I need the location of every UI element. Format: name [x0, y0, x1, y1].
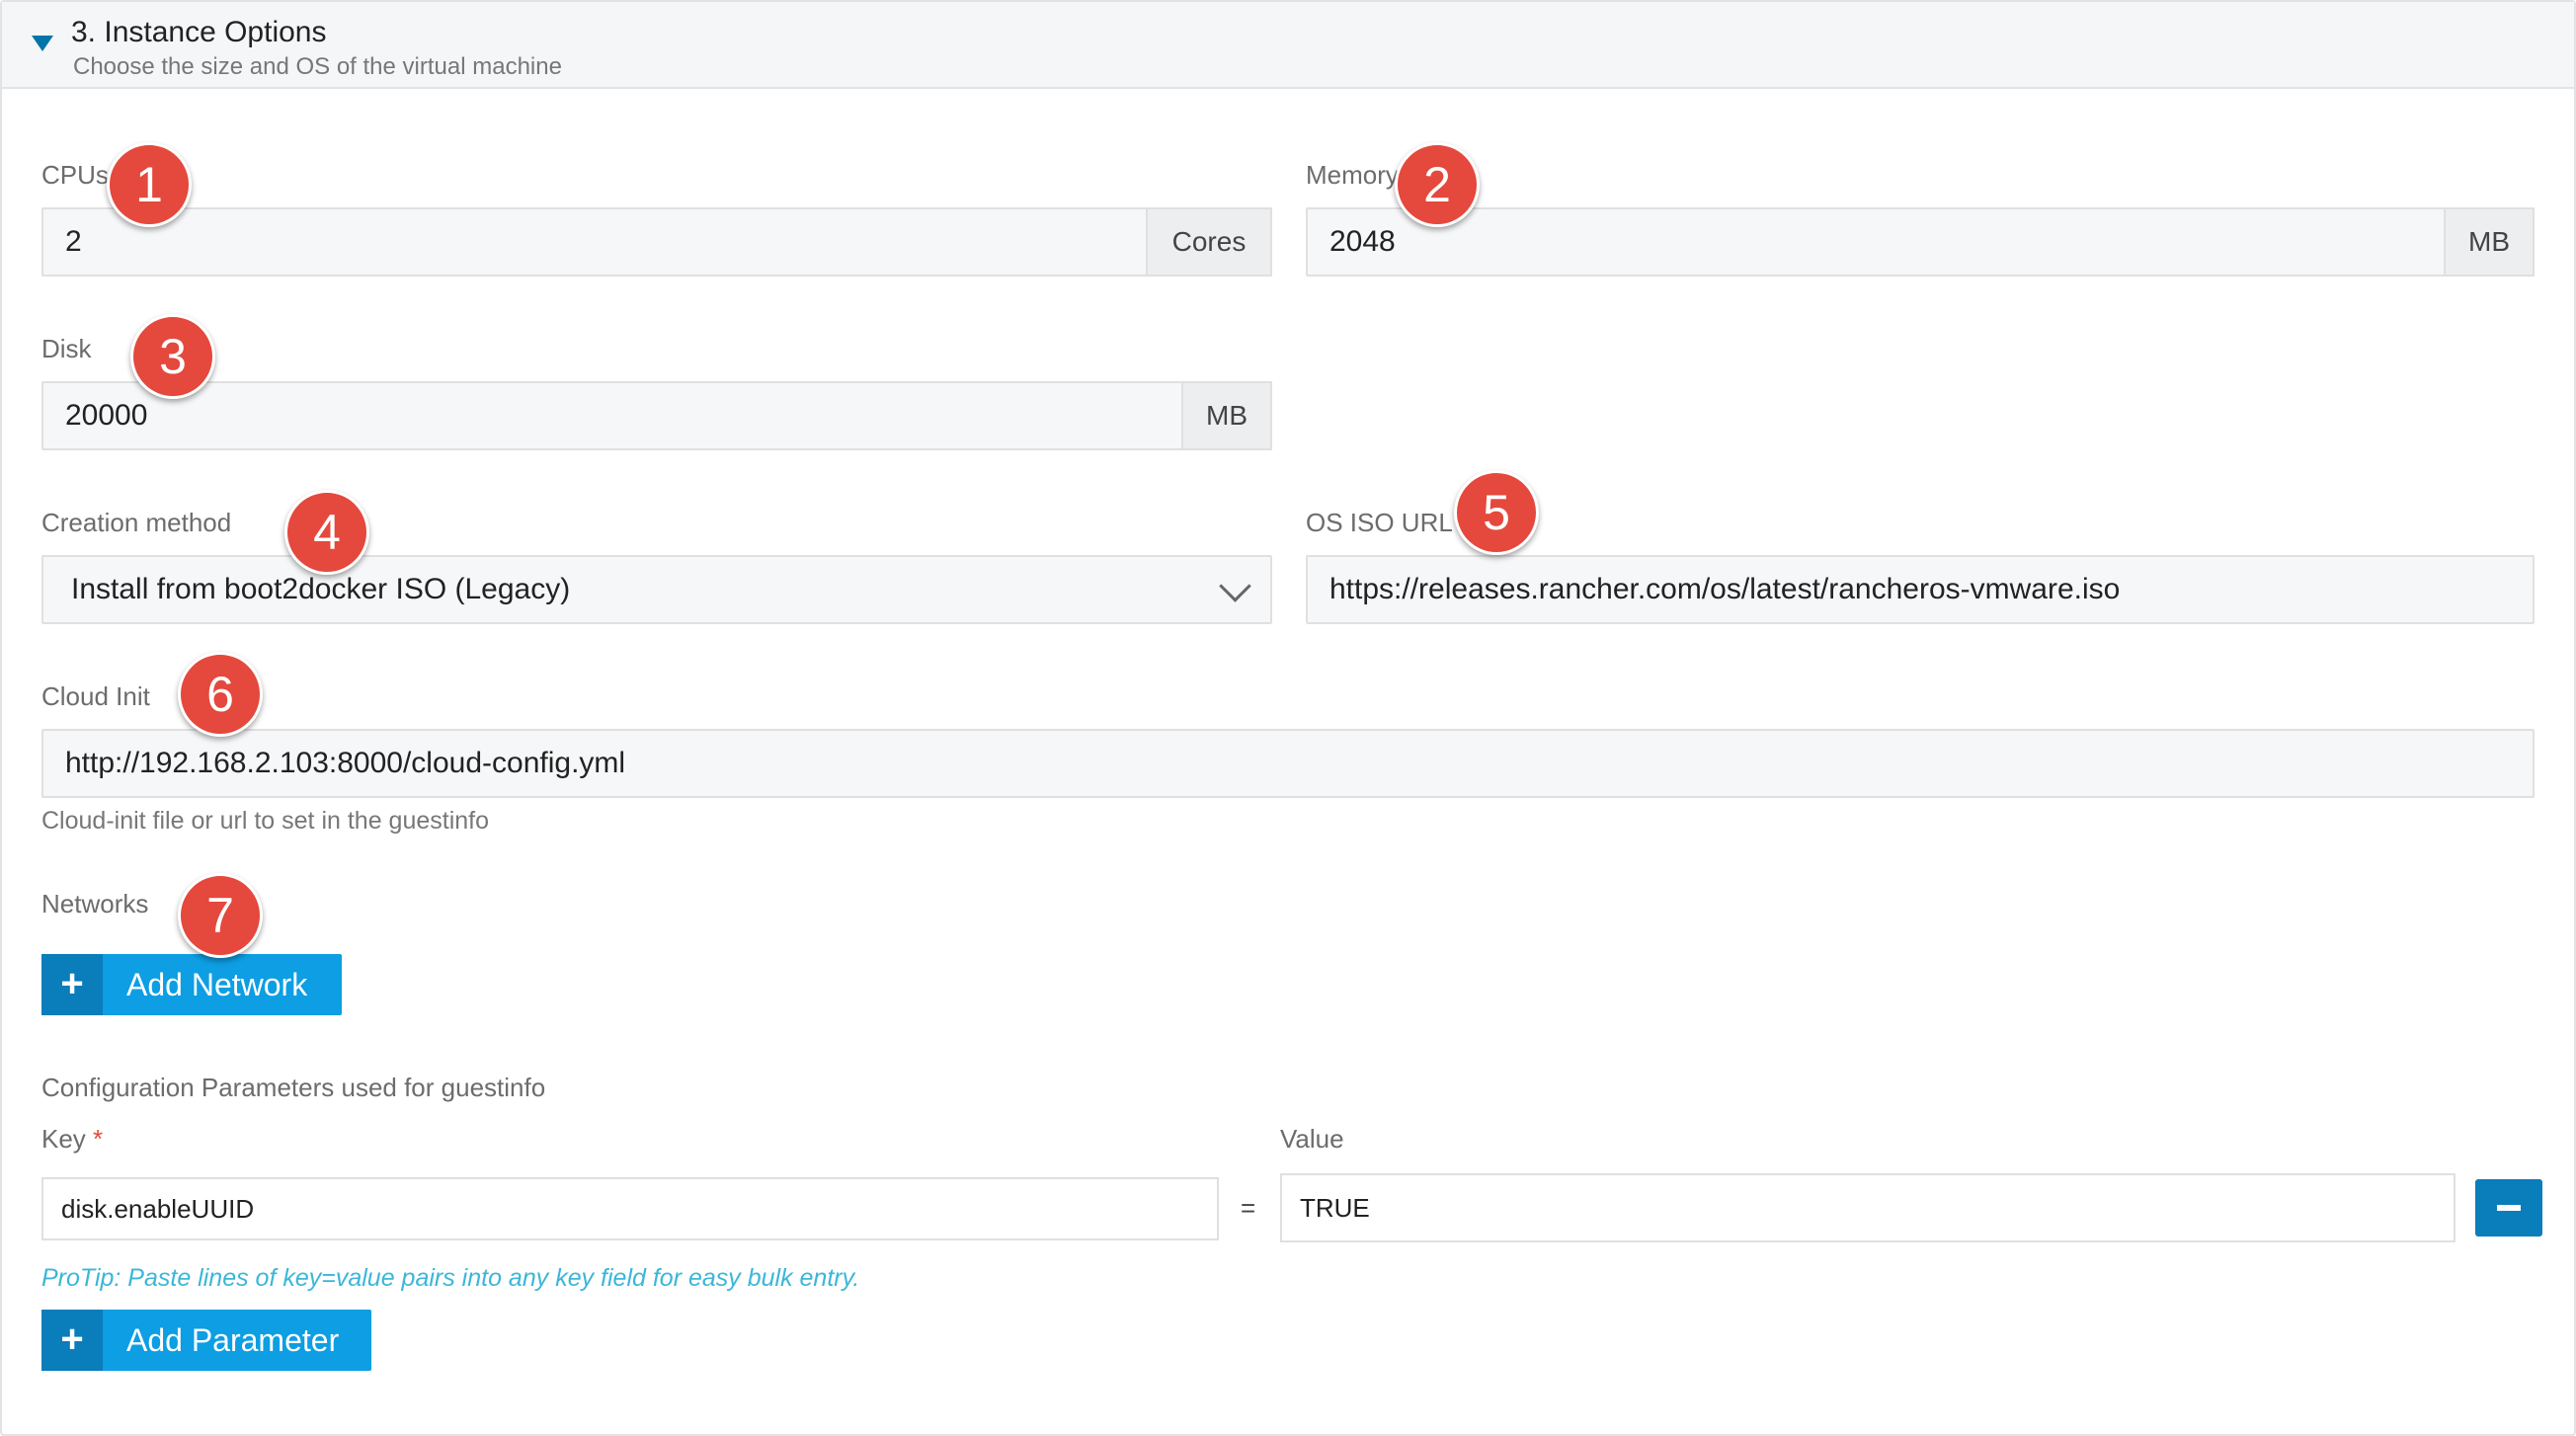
memory-value: 2048	[1329, 225, 1396, 258]
remove-parameter-button[interactable]	[2475, 1179, 2542, 1237]
key-column-label: Key *	[41, 1124, 103, 1155]
memory-unit: MB	[2444, 207, 2535, 277]
cpus-label: CPUs	[41, 160, 109, 190]
protip-text: ProTip: Paste lines of key=value pairs i…	[41, 1264, 860, 1292]
os-iso-url-value: https://releases.rancher.com/os/latest/r…	[1329, 573, 2121, 605]
cloud-init-input[interactable]: http://192.168.2.103:8000/cloud-config.y…	[41, 729, 2535, 798]
disk-input[interactable]: 20000 MB	[41, 381, 1272, 450]
cloud-init-help-text: Cloud-init file or url to set in the gue…	[41, 807, 490, 835]
plus-icon: +	[41, 1310, 103, 1371]
key-label-text: Key	[41, 1124, 86, 1154]
callout-badge-1: 1	[107, 142, 192, 227]
callout-badge-2: 2	[1395, 142, 1480, 227]
callout-badge-5: 5	[1454, 470, 1539, 555]
add-network-button[interactable]: + Add Network	[41, 954, 342, 1015]
config-value-input[interactable]: TRUE	[1280, 1173, 2455, 1242]
required-mark: *	[93, 1124, 104, 1154]
memory-input[interactable]: 2048 MB	[1306, 207, 2535, 277]
cloud-init-label: Cloud Init	[41, 681, 150, 711]
config-params-label: Configuration Parameters used for guesti…	[41, 1073, 546, 1102]
section-title: 3. Instance Options	[71, 16, 327, 48]
creation-method-label: Creation method	[41, 508, 232, 537]
caret-down-icon[interactable]	[32, 36, 53, 51]
cpus-unit: Cores	[1146, 207, 1272, 277]
cpus-value: 2	[65, 225, 82, 258]
cpus-input[interactable]: 2 Cores	[41, 207, 1272, 277]
disk-label: Disk	[41, 334, 92, 363]
memory-label: Memory	[1306, 160, 1399, 190]
config-key-input[interactable]: disk.enableUUID	[41, 1177, 1219, 1240]
os-iso-url-label: OS ISO URL	[1306, 508, 1453, 537]
key-value-equals: =	[1241, 1193, 1256, 1223]
section-subtitle: Choose the size and OS of the virtual ma…	[73, 53, 562, 80]
add-parameter-label: Add Parameter	[126, 1322, 340, 1358]
minus-icon	[2497, 1205, 2521, 1211]
section-header[interactable]: 3. Instance Options Choose the size and …	[2, 2, 2574, 89]
value-column-label: Value	[1280, 1124, 1344, 1154]
callout-badge-3: 3	[130, 314, 215, 399]
disk-value: 20000	[65, 399, 148, 432]
networks-label: Networks	[41, 889, 149, 918]
plus-icon: +	[41, 954, 103, 1015]
callout-badge-4: 4	[284, 490, 369, 575]
cloud-init-value: http://192.168.2.103:8000/cloud-config.y…	[65, 747, 626, 779]
os-iso-url-input[interactable]: https://releases.rancher.com/os/latest/r…	[1306, 555, 2535, 624]
add-parameter-button[interactable]: + Add Parameter	[41, 1310, 371, 1371]
add-network-label: Add Network	[126, 967, 308, 1002]
disk-unit: MB	[1181, 381, 1272, 450]
creation-method-select[interactable]: Install from boot2docker ISO (Legacy)	[41, 555, 1272, 624]
chevron-down-icon[interactable]	[1219, 570, 1251, 602]
callout-badge-7: 7	[178, 873, 263, 958]
callout-badge-6: 6	[178, 652, 263, 737]
